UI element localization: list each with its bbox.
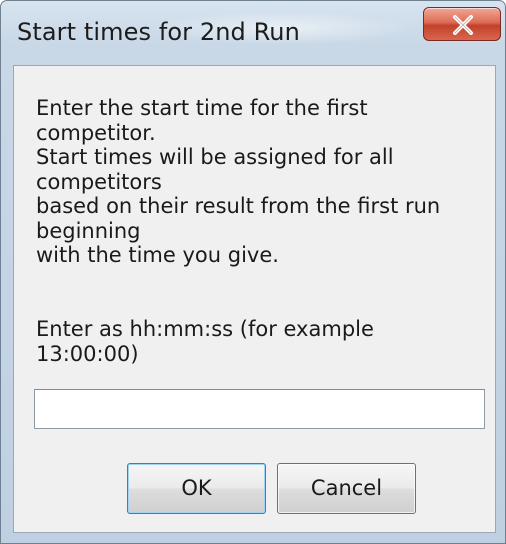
close-button[interactable] (423, 7, 501, 41)
format-hint-line: 13:00:00) (36, 342, 139, 366)
instruction-line: Start times will be assigned for all (36, 145, 394, 169)
format-hint: Enter as hh:mm:ss (for example 13:00:00) (36, 317, 374, 367)
instruction-line: Enter the start time for the first (36, 96, 368, 120)
instruction-line: competitor. (36, 120, 156, 145)
instruction-text: Enter the start time for the first compe… (36, 96, 486, 268)
window-title: Start times for 2nd Run (17, 18, 300, 46)
instruction-line: based on their result from the first run (36, 194, 441, 218)
start-time-input[interactable] (34, 389, 485, 429)
close-icon (453, 15, 473, 35)
format-hint-line: Enter as hh:mm:ss (for example (36, 317, 374, 341)
instruction-line: competitors (36, 169, 162, 194)
ok-button[interactable]: OK (127, 463, 266, 514)
instruction-line: beginning (36, 218, 141, 243)
title-bar[interactable]: Start times for 2nd Run (1, 1, 505, 65)
cancel-button[interactable]: Cancel (277, 463, 416, 514)
dialog-body: Enter the start time for the first compe… (13, 65, 496, 533)
dialog-window: Start times for 2nd Run Enter the start … (0, 0, 506, 544)
instruction-line: with the time you give. (36, 243, 279, 267)
